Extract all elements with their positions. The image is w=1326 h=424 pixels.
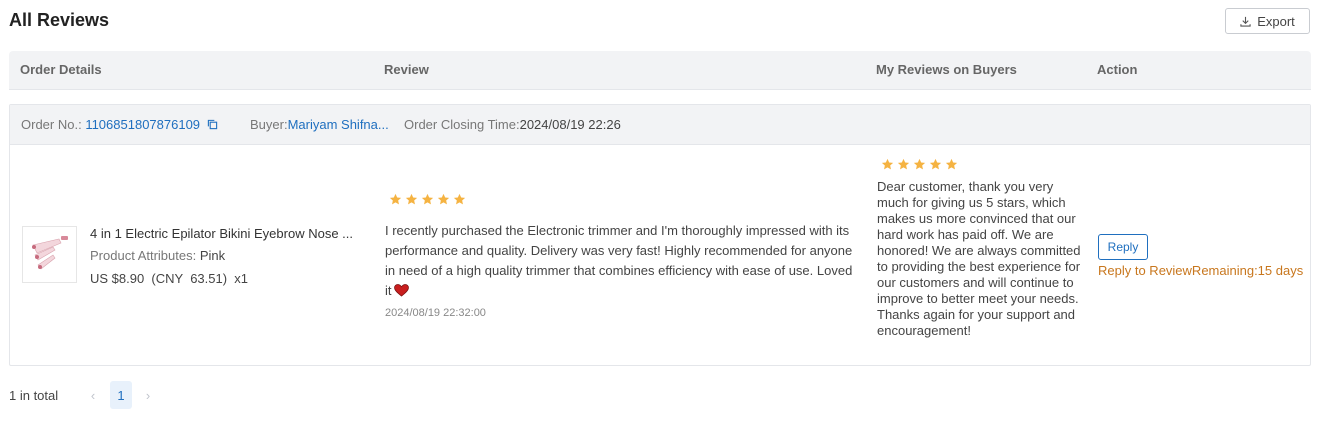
star-icon	[389, 193, 402, 205]
column-my-reviews: My Reviews on Buyers	[876, 62, 1017, 77]
buyer-label: Buyer:	[250, 117, 288, 132]
export-button[interactable]: Export	[1225, 8, 1310, 34]
chevron-right-icon[interactable]: ›	[137, 381, 159, 409]
table-header: Order Details Review My Reviews on Buyer…	[9, 51, 1311, 90]
product-title[interactable]: 4 in 1 Electric Epilator Bikini Eyebrow …	[90, 226, 353, 241]
review-time: 2024/08/19 22:32:00	[385, 307, 486, 319]
column-action: Action	[1097, 62, 1138, 77]
review-content: I recently purchased the Electronic trim…	[385, 221, 855, 301]
copy-icon[interactable]	[207, 119, 218, 130]
my-review-text: Dear customer, thank you very much for g…	[877, 179, 1081, 338]
order-no-link[interactable]: 1106851807876109	[85, 117, 200, 132]
product-thumbnail[interactable]	[22, 226, 77, 283]
star-icon	[421, 193, 434, 205]
page-number-current[interactable]: 1	[110, 381, 132, 409]
star-icon	[897, 158, 910, 170]
download-icon	[1240, 16, 1251, 27]
order-no: Order No.: 1106851807876109	[21, 117, 218, 132]
product-image	[32, 236, 68, 270]
export-label: Export	[1257, 13, 1295, 29]
column-order-details: Order Details	[20, 62, 102, 77]
review-text: I recently purchased the Electronic trim…	[385, 223, 853, 298]
order-closing-time: Order Closing Time:2024/08/19 22:26	[404, 117, 621, 132]
total-count: 1 in total	[9, 388, 59, 403]
heart-icon	[393, 284, 409, 297]
order-no-label: Order No.:	[21, 117, 82, 132]
product-attributes-label: Product Attributes:	[90, 248, 197, 263]
product-price: US $8.90 (CNY 63.51) x1	[90, 271, 249, 286]
column-review: Review	[384, 62, 429, 77]
star-icon	[913, 158, 926, 170]
product-attributes-value: Pink	[199, 248, 226, 263]
star-icon	[881, 158, 894, 170]
review-rating	[389, 193, 466, 206]
buyer-name-link[interactable]: Mariyam Shifna...	[288, 117, 389, 132]
star-icon	[453, 193, 466, 205]
star-icon	[945, 158, 958, 170]
closing-time-value: 2024/08/19 22:26	[519, 117, 621, 132]
reply-button[interactable]: Reply	[1098, 234, 1148, 260]
closing-time-label: Order Closing Time:	[404, 117, 520, 132]
page-title: All Reviews	[9, 10, 110, 30]
star-icon	[437, 193, 450, 205]
reply-remaining-text: Reply to ReviewRemaining:15 days	[1098, 263, 1304, 278]
buyer: Buyer:Mariyam Shifna...	[250, 117, 389, 132]
product-attributes: Product Attributes: Pink	[90, 248, 225, 263]
star-icon	[929, 158, 942, 170]
order-info-bar: Order No.: 1106851807876109 Buyer:Mariya…	[10, 105, 1310, 145]
my-review-rating	[881, 158, 958, 171]
order-card: Order No.: 1106851807876109 Buyer:Mariya…	[9, 104, 1311, 366]
star-icon	[405, 193, 418, 205]
chevron-left-icon[interactable]: ‹	[82, 381, 104, 409]
